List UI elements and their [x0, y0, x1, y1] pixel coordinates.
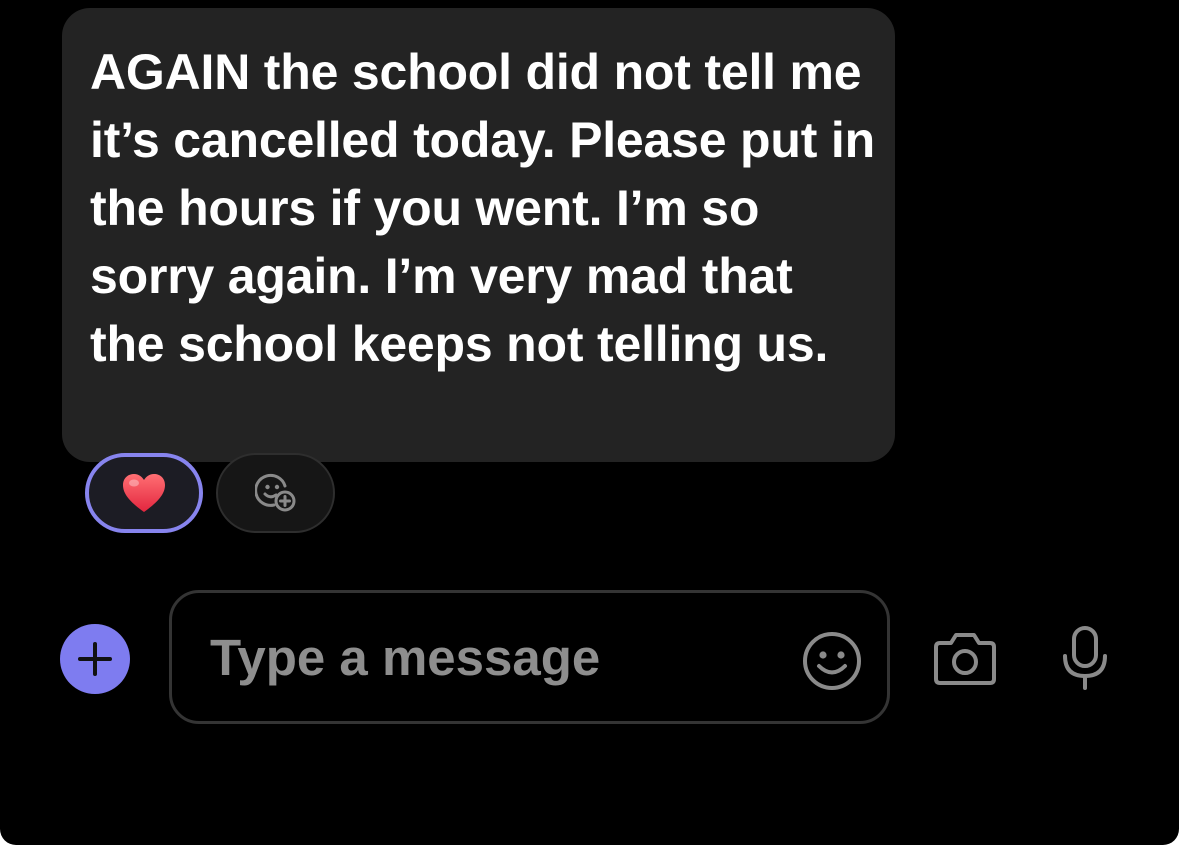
- plus-icon: [76, 640, 114, 678]
- heart-icon: [121, 472, 167, 514]
- chat-screen: AGAIN the school did not tell me it’s ca…: [0, 0, 1179, 845]
- message-input[interactable]: [210, 621, 770, 693]
- microphone-icon[interactable]: [1055, 624, 1115, 694]
- message-composer: [169, 590, 890, 724]
- add-reaction-icon: [254, 473, 297, 513]
- camera-icon[interactable]: [930, 625, 1000, 689]
- attach-plus-button[interactable]: [60, 624, 130, 694]
- add-reaction-button[interactable]: [216, 453, 335, 533]
- emoji-icon[interactable]: [800, 629, 864, 693]
- message-text: AGAIN the school did not tell me it’s ca…: [90, 44, 875, 372]
- heart-reaction-button[interactable]: [85, 453, 203, 533]
- message-bubble[interactable]: AGAIN the school did not tell me it’s ca…: [62, 8, 895, 462]
